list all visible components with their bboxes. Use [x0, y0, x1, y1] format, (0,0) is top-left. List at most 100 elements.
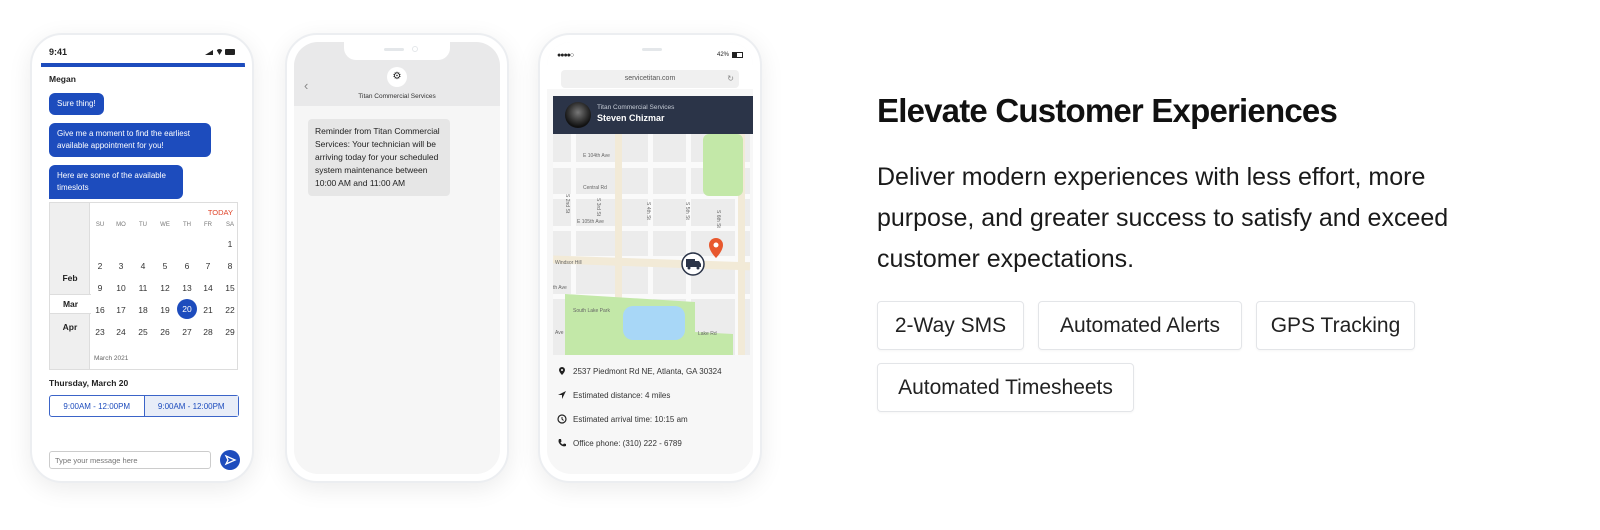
calendar-day[interactable]: 8	[220, 261, 240, 271]
detail-text: Estimated arrival time: 10:15 am	[573, 414, 688, 424]
calendar-day[interactable]: 29	[220, 327, 240, 337]
weekday-header: SA	[225, 222, 234, 228]
calendar-day[interactable]: 2	[90, 261, 110, 271]
truck-icon	[681, 252, 705, 276]
calendar-day[interactable]: 23	[90, 327, 110, 337]
calendar-day[interactable]: 6	[177, 261, 197, 271]
date-label: Thursday, March 20	[49, 378, 129, 388]
calendar-day[interactable]: 13	[177, 283, 197, 293]
calendar-day[interactable]: 27	[177, 327, 197, 337]
url-text: servicetitan.com	[624, 75, 676, 82]
calendar-day[interactable]: 21	[198, 305, 218, 315]
calendar-day[interactable]: 18	[133, 305, 153, 315]
weekday-header: WE	[160, 222, 170, 228]
weekday-header: MO	[116, 222, 126, 228]
month-feb[interactable]: Feb	[52, 273, 88, 283]
phone-icon	[558, 439, 566, 447]
reload-icon[interactable]: ↻	[727, 70, 734, 88]
map-label: Central Rd	[583, 185, 607, 191]
notch	[597, 42, 703, 56]
calendar-day[interactable]: 16	[90, 305, 110, 315]
detail-text: Estimated distance: 4 miles	[573, 390, 671, 400]
map-label: th Ave	[553, 285, 567, 291]
calendar-day[interactable]: 10	[111, 283, 131, 293]
timeslot-group: 9:00AM - 12:00PM 9:00AM - 12:00PM	[49, 395, 239, 417]
message-input[interactable]	[49, 451, 211, 469]
map-label: S 2nd St	[564, 194, 570, 214]
calendar-day[interactable]: 1	[220, 239, 240, 249]
message-bubble: Reminder from Titan Commercial Services:…	[308, 119, 450, 196]
weekday-header: SU	[95, 222, 105, 228]
feature-tag-timesheets: Automated Timesheets	[877, 363, 1134, 412]
map-label: S 4th St	[645, 202, 651, 220]
signal-dots-icon: ●●●●○	[557, 52, 574, 59]
calendar-day[interactable]: 7	[198, 261, 218, 271]
phone-screen: ●●●●○ 42% servicetitan.com ↻ Titan Comme…	[547, 42, 753, 474]
message-bubble: Here are some of the available timeslots	[49, 165, 183, 199]
calendar-day[interactable]: 14	[198, 283, 218, 293]
phone-gps-tracking: ●●●●○ 42% servicetitan.com ↻ Titan Comme…	[538, 33, 762, 483]
url-bar[interactable]: servicetitan.com ↻	[561, 70, 739, 88]
send-button[interactable]	[220, 450, 240, 470]
weekday-header: FR	[204, 222, 212, 228]
company-avatar: ⚙	[387, 67, 407, 87]
calendar-day[interactable]: 3	[111, 261, 131, 271]
calendar-footer: March 2021	[94, 355, 129, 362]
calendar-day[interactable]: 19	[155, 305, 175, 315]
timeslot-option-selected[interactable]: 9:00AM - 12:00PM	[144, 396, 238, 416]
calendar-day-selected[interactable]: 20	[177, 299, 197, 319]
status-icons	[205, 49, 235, 55]
battery-icon	[732, 52, 743, 58]
calendar-day[interactable]: 25	[133, 327, 153, 337]
phone-sms-scheduling: 9:41 Megan Sure thing! Give me a moment …	[30, 33, 254, 483]
map-label: E 104th Ave	[583, 153, 610, 159]
technician-avatar	[565, 102, 591, 128]
calendar-day[interactable]: 22	[220, 305, 240, 315]
calendar-day[interactable]: 28	[198, 327, 218, 337]
map-label: Lake Rd	[698, 331, 717, 337]
map-label: S 3rd St	[595, 198, 601, 217]
technician-name: Steven Chizmar	[597, 113, 665, 123]
calendar-day[interactable]: 4	[133, 261, 153, 271]
status-right: 42%	[717, 52, 743, 58]
contact-name: Megan	[49, 74, 76, 84]
speaker	[384, 48, 404, 51]
calendar-day[interactable]: 24	[111, 327, 131, 337]
calendar-day[interactable]: 17	[111, 305, 131, 315]
header-bar	[41, 63, 245, 67]
timeslot-option[interactable]: 9:00AM - 12:00PM	[50, 396, 145, 416]
map-label: Ave	[555, 330, 564, 336]
calendar-day[interactable]: 9	[90, 283, 110, 293]
map-label: South Lake Park	[573, 308, 610, 314]
map[interactable]: E 104th Ave Central Rd E 105th Ave S 2nd…	[553, 134, 750, 355]
detail-text: 2537 Piedmont Rd NE, Atlanta, GA 30324	[573, 366, 722, 376]
calendar-day[interactable]: 5	[155, 261, 175, 271]
month-apr[interactable]: Apr	[52, 322, 88, 332]
back-icon[interactable]: ‹	[304, 78, 308, 93]
phone-sms-reminder: ‹ ⚙ Titan Commercial Services Reminder f…	[285, 33, 509, 483]
calendar-day[interactable]: 15	[220, 283, 240, 293]
battery-icon	[225, 49, 235, 55]
calendar-day[interactable]: 12	[155, 283, 175, 293]
calendar-day[interactable]: 11	[133, 283, 153, 293]
weekday-header: TH	[183, 222, 191, 228]
status-time: 9:41	[49, 47, 68, 57]
message-bubble: Give me a moment to find the earliest av…	[49, 123, 211, 157]
notch	[344, 42, 450, 60]
today-link[interactable]: TODAY	[208, 208, 233, 217]
month-column	[50, 203, 90, 369]
calendar: Feb Mar Apr TODAY SU MO TU WE TH FR SA 1 2 3 4 5 6 7 8…	[49, 202, 238, 370]
clock-icon	[557, 414, 567, 424]
phone-screen: ‹ ⚙ Titan Commercial Services Reminder f…	[294, 42, 500, 474]
detail-row: Estimated arrival time: 10:15 am	[557, 414, 688, 424]
camera	[412, 46, 418, 52]
calendar-day[interactable]: 26	[155, 327, 175, 337]
battery-percent: 42%	[716, 52, 729, 58]
company-name: Titan Commercial Services	[597, 104, 675, 111]
month-mar-selected[interactable]: Mar	[50, 294, 91, 314]
wifi-icon	[216, 49, 223, 55]
feature-tag-sms: 2-Way SMS	[877, 301, 1024, 350]
sender-name: Titan Commercial Services	[358, 93, 436, 100]
section-title: Elevate Customer Experiences	[877, 92, 1338, 129]
detail-row: 2537 Piedmont Rd NE, Atlanta, GA 30324	[557, 366, 722, 376]
